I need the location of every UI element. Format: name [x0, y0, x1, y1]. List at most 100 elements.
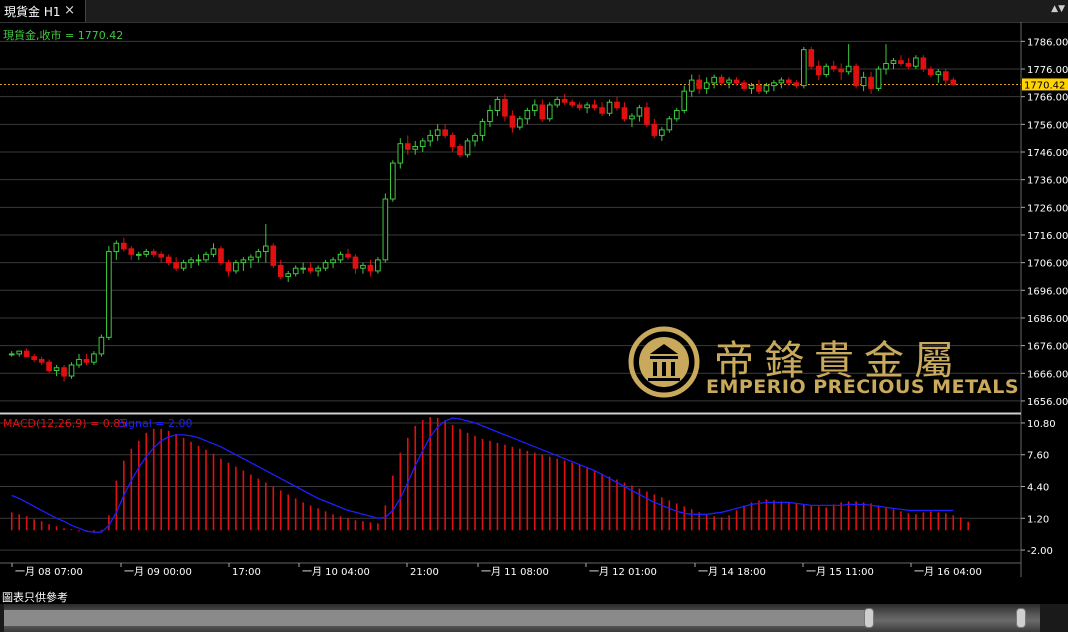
macd-histogram-bar	[661, 497, 663, 531]
macd-histogram-bar	[272, 486, 275, 531]
macd-histogram-bar	[773, 500, 775, 531]
macd-tick-label: -2.00	[1027, 546, 1053, 557]
bearish-candle	[793, 82, 800, 87]
macd-histogram-bar	[444, 420, 446, 531]
macd-histogram-bar	[526, 450, 529, 531]
macd-histogram-bar	[541, 454, 544, 531]
price-tick-label: 1736.00	[1027, 176, 1068, 187]
macd-histogram-bar	[937, 512, 940, 531]
logo-english-text: EMPERIO PRECIOUS METALS	[706, 376, 1020, 398]
bearish-candle	[830, 65, 837, 70]
macd-histogram-bar	[264, 482, 267, 531]
time-tick-label: 一月 16 04:00	[914, 566, 982, 578]
macd-histogram-bar	[563, 460, 566, 531]
bullish-candle	[330, 259, 336, 264]
macd-histogram-bar	[205, 449, 207, 531]
macd-histogram-bar	[235, 466, 237, 531]
price-tick-label: 1686.00	[1027, 314, 1068, 325]
macd-histogram-bar	[309, 505, 312, 531]
macd-histogram-bar	[832, 504, 835, 531]
bearish-candle	[838, 68, 844, 73]
macd-histogram-bar	[653, 494, 656, 531]
bullish-candle	[337, 253, 344, 261]
bullish-candle	[412, 145, 419, 150]
macd-tick-label: 4.40	[1027, 483, 1049, 494]
macd-histogram-bar	[556, 458, 559, 531]
bearish-candle	[696, 79, 703, 89]
macd-histogram-bar	[810, 505, 813, 531]
bullish-candle	[659, 129, 665, 136]
bullish-candle	[203, 253, 209, 261]
bullish-candle	[688, 79, 695, 92]
bearish-candle	[158, 253, 165, 258]
macd-histogram-bar	[915, 514, 917, 531]
bearish-candle	[853, 65, 859, 87]
macd-histogram-bar	[302, 502, 304, 531]
bullish-candle	[262, 245, 269, 253]
price-tick-label: 1696.00	[1027, 286, 1068, 297]
macd-histogram-bar	[227, 462, 230, 531]
scrollbar-left-handle[interactable]	[864, 608, 874, 628]
time-tick-label: 21:00	[410, 567, 439, 578]
bearish-candle	[756, 85, 762, 92]
bearish-candle	[651, 123, 658, 136]
time-tick-label: 一月 15 11:00	[806, 566, 874, 578]
bullish-candle	[16, 350, 23, 355]
price-tick-label: 1776.00	[1027, 65, 1068, 76]
scrollbar-track[interactable]	[4, 604, 1040, 632]
bearish-candle	[576, 104, 583, 109]
bearish-candle	[46, 361, 52, 372]
disclaimer-label: 圖表只供參考	[2, 591, 68, 604]
macd-histogram-bar	[130, 448, 133, 531]
bullish-candle	[494, 98, 501, 112]
chart-scrollbar[interactable]	[0, 604, 1068, 632]
macd-tick-label: 1.20	[1027, 514, 1049, 525]
bullish-candle	[875, 68, 882, 89]
macd-histogram-bar	[877, 505, 880, 531]
bullish-candle	[248, 256, 254, 261]
macd-histogram-bar	[675, 503, 678, 531]
scrollbar-right-handle[interactable]	[1016, 608, 1026, 628]
price-pane-title: 現貨金,收市 = 1770.42	[3, 28, 123, 42]
bearish-candle	[718, 76, 725, 84]
tab-scroll-icon[interactable]: ▲▼	[1051, 4, 1065, 14]
macd-histogram-bar	[593, 470, 596, 531]
macd-histogram-bar	[354, 520, 357, 531]
bullish-candle	[726, 79, 732, 84]
macd-histogram-bar	[399, 452, 402, 531]
macd-histogram-bar	[369, 522, 372, 531]
time-tick-label: 一月 09 00:00	[124, 566, 192, 578]
chart-tab[interactable]: 現貨金 H1 ×	[0, 0, 86, 22]
bearish-candle	[457, 145, 463, 156]
bullish-candle	[524, 110, 531, 120]
macd-histogram-bar	[18, 514, 21, 531]
bullish-candle	[913, 57, 919, 67]
macd-histogram-bar	[70, 529, 73, 531]
macd-histogram-bar	[586, 467, 588, 531]
scrollbar-range[interactable]	[4, 610, 868, 626]
chart-area[interactable]: 1786.00 1776.00 1766.00 1756.00 1746.00 1736.…	[0, 22, 1068, 588]
macd-histogram-bar	[840, 502, 842, 531]
macd-histogram-bar	[347, 518, 349, 531]
macd-histogram-bar	[175, 433, 177, 531]
macd-histogram-bar	[519, 448, 521, 531]
macd-histogram-bar	[250, 474, 252, 531]
bullish-candle	[300, 267, 306, 270]
bearish-candle	[31, 356, 37, 360]
bullish-candle	[427, 134, 434, 142]
bullish-candle	[823, 65, 830, 76]
macd-histogram-bar	[571, 462, 573, 531]
bullish-candle	[800, 49, 807, 87]
macd-histogram-bar	[63, 528, 65, 531]
macd-histogram-bar	[728, 515, 730, 531]
bullish-candle	[255, 251, 262, 258]
chart-tab-label: 現貨金 H1	[4, 4, 61, 19]
bearish-candle	[561, 98, 568, 103]
macd-histogram-bar	[220, 458, 222, 531]
price-tick-label: 1726.00	[1027, 203, 1068, 214]
macd-histogram-bar	[451, 424, 454, 531]
bullish-candle	[711, 76, 717, 84]
bullish-candle	[53, 367, 60, 372]
close-icon[interactable]: ×	[64, 3, 75, 18]
bearish-candle	[218, 248, 224, 264]
